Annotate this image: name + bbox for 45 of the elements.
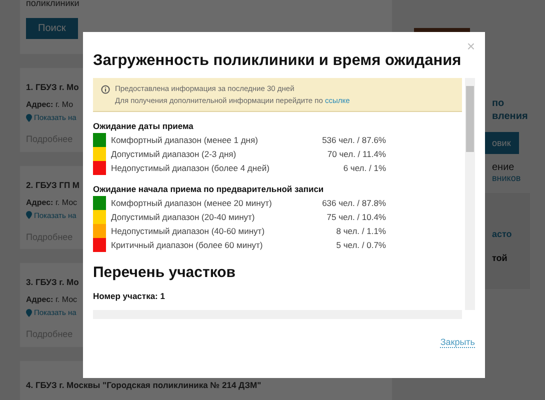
sidebar-button[interactable]: овик — [482, 132, 519, 154]
map-pin-icon — [26, 114, 32, 122]
address-label: Адрес: — [26, 100, 54, 110]
sidebar-link[interactable]: вников — [492, 173, 521, 183]
range-label: Недопустимый диапазон (40-60 минут) — [111, 226, 266, 236]
search-button[interactable]: Поиск — [26, 18, 78, 39]
section-title: Ожидание даты приема — [93, 121, 194, 131]
list-heading: Перечень участков — [93, 264, 237, 281]
info-icon — [101, 85, 110, 94]
address-label: Адрес: — [26, 198, 54, 207]
sidebar-link[interactable]: по — [492, 98, 528, 109]
range-label: Допустимый диапазон (20-40 минут) — [111, 212, 256, 222]
result-title: 4. ГБУЗ г. Москвы "Городская поликлиника № 214 ДЗМ" — [26, 380, 262, 390]
range-value: 8 чел. / 1.1% — [335, 226, 386, 236]
range-value: 636 чел. / 87.8% — [321, 198, 386, 208]
address-label: Адрес: — [26, 295, 54, 304]
close-button[interactable]: × — [466, 38, 475, 54]
range-value: 6 чел. / 1% — [342, 163, 386, 173]
sidebar-card-link[interactable]: асто — [492, 229, 512, 239]
range-value: 5 чел. / 0.7% — [335, 240, 386, 250]
search-label: поликлиники — [26, 0, 80, 8]
section-title: Ожидание начала приема по предварительной записи — [93, 184, 325, 194]
sidebar-card-text: той — [492, 253, 508, 263]
result-title: 1. ГБУЗ г. Мо — [26, 82, 79, 92]
range-value: 75 чел. / 10.4% — [326, 212, 386, 222]
range-label: Комфортный диапазон (менее 20 минут) — [111, 198, 273, 208]
address-text: г. Мо — [55, 100, 74, 110]
map-pin-icon — [26, 211, 32, 220]
range-label: Допустимый диапазон (2-3 дня) — [111, 149, 238, 159]
map-pin-icon — [26, 308, 32, 317]
address-text: г. Мос — [55, 295, 78, 304]
result-title: 3. ГБУЗ г. Мо — [26, 277, 79, 288]
range-value: 70 чел. / 11.4% — [326, 149, 386, 159]
list-item-title: Номер участка: 1 — [93, 291, 166, 301]
result-title: 2. ГБУЗ ГП М — [26, 180, 80, 190]
range-label: Недопустимый диапазон (более 4 дней) — [111, 163, 270, 173]
range-label: Критичный диапазон (более 60 минут) — [111, 240, 264, 250]
vertical-scrollbar[interactable] — [465, 78, 475, 310]
range-value: 536 чел. / 87.6% — [321, 135, 386, 145]
close-link[interactable]: Закрыть — [440, 337, 475, 348]
address-text: г. Мос — [55, 198, 78, 207]
range-label: Комфортный диапазон (менее 1 дня) — [111, 135, 259, 145]
sidebar-text: ение — [492, 162, 514, 173]
modal-title: Загруженность поликлиники и время ожидания — [93, 52, 462, 70]
sidebar-link[interactable]: вления — [492, 111, 528, 122]
